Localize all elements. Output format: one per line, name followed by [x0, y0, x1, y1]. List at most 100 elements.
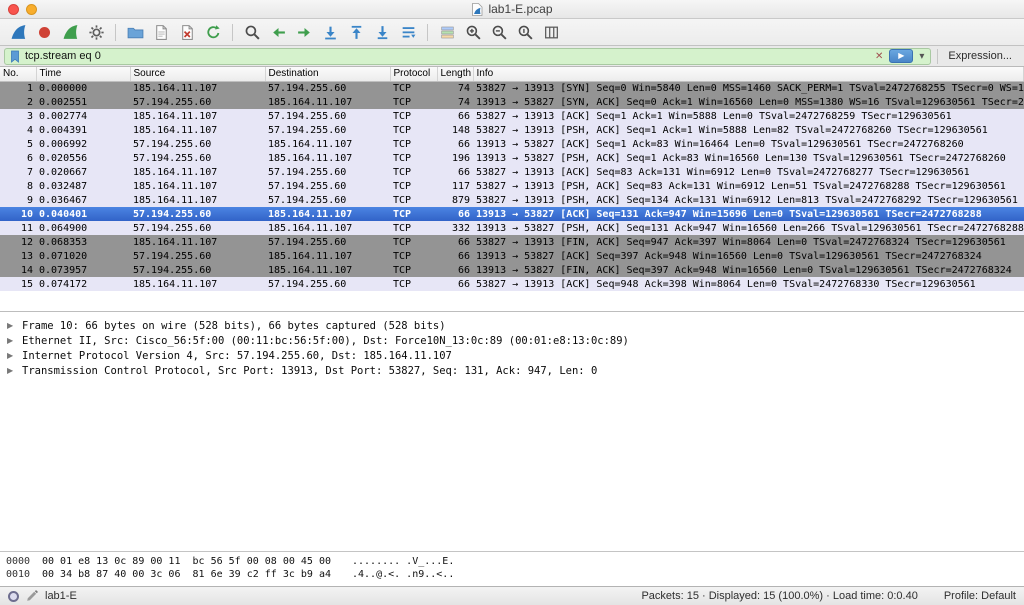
expert-info-icon[interactable]: [8, 591, 19, 602]
window-controls: [8, 4, 37, 15]
zoom-out-icon: [491, 24, 508, 41]
packet-row[interactable]: 2 0.002551 57.194.255.60 185.164.11.107 …: [0, 95, 1024, 109]
packet-protocol: TCP: [390, 207, 437, 221]
packet-row[interactable]: 3 0.002774 185.164.11.107 57.194.255.60 …: [0, 109, 1024, 123]
packet-row[interactable]: 8 0.032487 185.164.11.107 57.194.255.60 …: [0, 179, 1024, 193]
apply-filter-button[interactable]: [889, 49, 913, 63]
reload-file-button[interactable]: [200, 21, 226, 44]
close-window-button[interactable]: [8, 4, 19, 15]
status-left: lab1-E: [8, 590, 77, 602]
hex-line[interactable]: 0010 00 34 b8 87 40 00 3c 06 81 6e 39 c2…: [6, 568, 1024, 581]
go-last-button[interactable]: [369, 21, 395, 44]
column-header-source[interactable]: Source: [130, 67, 265, 81]
restart-capture-button[interactable]: [57, 21, 83, 44]
column-header-time[interactable]: Time: [36, 67, 130, 81]
zoom-in-button[interactable]: [460, 21, 486, 44]
packet-length: 117: [437, 179, 473, 193]
expand-arrow-icon[interactable]: [7, 321, 16, 330]
minimize-window-button[interactable]: [26, 4, 37, 15]
detail-row[interactable]: Transmission Control Protocol, Src Port:…: [0, 363, 1024, 378]
packet-time: 0.071020: [36, 249, 130, 263]
packet-counts: Packets: 15 · Displayed: 15 (100.0%) · L…: [641, 590, 917, 602]
resize-columns-button[interactable]: [538, 21, 564, 44]
capture-comment-icon[interactable]: [26, 590, 38, 602]
packet-length: 66: [437, 277, 473, 291]
packet-time: 0.073957: [36, 263, 130, 277]
start-capture-button[interactable]: [5, 21, 31, 44]
packet-row[interactable]: 9 0.036467 185.164.11.107 57.194.255.60 …: [0, 193, 1024, 207]
packet-row[interactable]: 12 0.068353 185.164.11.107 57.194.255.60…: [0, 235, 1024, 249]
pcap-document-icon: [471, 3, 483, 16]
packet-row[interactable]: 7 0.020667 185.164.11.107 57.194.255.60 …: [0, 165, 1024, 179]
expand-arrow-icon[interactable]: [7, 351, 16, 360]
colorize-button[interactable]: [434, 21, 460, 44]
packet-info: 53827 → 13913 [ACK] Seq=83 Ack=131 Win=6…: [473, 165, 1024, 179]
detail-row[interactable]: Internet Protocol Version 4, Src: 57.194…: [0, 348, 1024, 363]
packet-destination: 185.164.11.107: [265, 151, 390, 165]
expand-arrow-icon[interactable]: [7, 366, 16, 375]
column-header-destination[interactable]: Destination: [265, 67, 390, 81]
packet-row[interactable]: 11 0.064900 57.194.255.60 185.164.11.107…: [0, 221, 1024, 235]
zoom-reset-button[interactable]: [512, 21, 538, 44]
packet-row[interactable]: 14 0.073957 57.194.255.60 185.164.11.107…: [0, 263, 1024, 277]
packet-protocol: TCP: [390, 249, 437, 263]
packet-row[interactable]: 1 0.000000 185.164.11.107 57.194.255.60 …: [0, 81, 1024, 95]
detail-row[interactable]: Frame 10: 66 bytes on wire (528 bits), 6…: [0, 318, 1024, 333]
main-toolbar: [0, 19, 1024, 46]
hex-offset: 0000: [6, 555, 42, 568]
close-file-button[interactable]: [174, 21, 200, 44]
column-header-no[interactable]: No.: [0, 67, 36, 81]
go-first-button[interactable]: [343, 21, 369, 44]
capture-options-button[interactable]: [83, 21, 109, 44]
go-back-button[interactable]: [265, 21, 291, 44]
column-header-length[interactable]: Length: [437, 67, 473, 81]
go-forward-button[interactable]: [291, 21, 317, 44]
zoom-out-button[interactable]: [486, 21, 512, 44]
find-packet-button[interactable]: [239, 21, 265, 44]
expand-arrow-icon[interactable]: [7, 336, 16, 345]
detail-row[interactable]: Ethernet II, Src: Cisco_56:5f:00 (00:11:…: [0, 333, 1024, 348]
stop-capture-button[interactable]: [31, 21, 57, 44]
colorize-icon: [439, 24, 456, 41]
shark-fin-icon: [10, 24, 27, 41]
packet-length: 74: [437, 95, 473, 109]
packet-info: 13913 → 53827 [ACK] Seq=1 Ack=83 Win=164…: [473, 137, 1024, 151]
packet-row[interactable]: 6 0.020556 57.194.255.60 185.164.11.107 …: [0, 151, 1024, 165]
packet-row[interactable]: 4 0.004391 185.164.11.107 57.194.255.60 …: [0, 123, 1024, 137]
close-file-icon: [179, 24, 196, 41]
hex-ascii: .4..@.<. .n9..<..: [352, 568, 454, 581]
column-header-info[interactable]: Info: [473, 67, 1024, 81]
save-file-button[interactable]: [148, 21, 174, 44]
packet-source: 57.194.255.60: [130, 95, 265, 109]
display-filter-input[interactable]: [25, 50, 869, 62]
profile-selector[interactable]: Profile: Default: [944, 590, 1016, 602]
filter-bookmark-icon[interactable]: [9, 50, 21, 63]
hex-line[interactable]: 0000 00 01 e8 13 0c 89 00 11 bc 56 5f 00…: [6, 555, 1024, 568]
stop-icon: [36, 24, 53, 41]
zoom-reset-icon: [517, 24, 534, 41]
column-header-protocol[interactable]: Protocol: [390, 67, 437, 81]
packet-length: 66: [437, 165, 473, 179]
packet-row[interactable]: 15 0.074172 185.164.11.107 57.194.255.60…: [0, 277, 1024, 291]
clear-filter-icon[interactable]: [873, 51, 885, 62]
go-to-packet-button[interactable]: [317, 21, 343, 44]
packet-row[interactable]: 10 0.040401 57.194.255.60 185.164.11.107…: [0, 207, 1024, 221]
packet-destination: 57.194.255.60: [265, 193, 390, 207]
packet-time: 0.040401: [36, 207, 130, 221]
filter-dropdown-icon[interactable]: [917, 51, 926, 62]
packet-protocol: TCP: [390, 81, 437, 95]
filter-bar: Expression...: [0, 46, 1024, 67]
packet-source: 57.194.255.60: [130, 151, 265, 165]
detail-text: Transmission Control Protocol, Src Port:…: [22, 365, 597, 377]
packet-no: 7: [0, 165, 36, 179]
packet-protocol: TCP: [390, 165, 437, 179]
packet-source: 185.164.11.107: [130, 235, 265, 249]
expression-button[interactable]: Expression...: [937, 49, 1020, 64]
packet-source: 185.164.11.107: [130, 179, 265, 193]
auto-scroll-button[interactable]: [395, 21, 421, 44]
display-filter-field[interactable]: [4, 48, 931, 65]
open-file-button[interactable]: [122, 21, 148, 44]
packet-length: 66: [437, 235, 473, 249]
packet-row[interactable]: 5 0.006992 57.194.255.60 185.164.11.107 …: [0, 137, 1024, 151]
packet-row[interactable]: 13 0.071020 57.194.255.60 185.164.11.107…: [0, 249, 1024, 263]
